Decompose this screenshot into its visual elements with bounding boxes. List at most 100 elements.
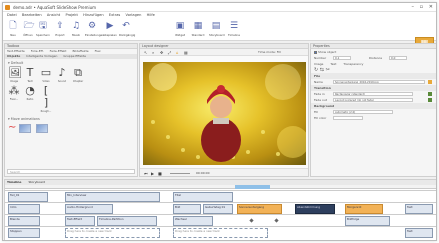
play-button[interactable]: ▶ Abspielen bbox=[103, 20, 117, 39]
fade-in-settings-icon[interactable] bbox=[428, 92, 432, 96]
browse-file-icon[interactable] bbox=[428, 80, 432, 84]
tab-group-effects[interactable]: Gruppe Effekte bbox=[63, 54, 86, 58]
open-button[interactable]: 🗁 Öffnen bbox=[21, 20, 35, 39]
tab-objects[interactable]: Objekte bbox=[7, 54, 20, 58]
timeline-clip[interactable]: Text-Effekt bbox=[65, 216, 95, 226]
timeline-clip[interactable]: Stoppen bbox=[8, 228, 40, 238]
volume-slider[interactable] bbox=[170, 173, 190, 174]
cursor-tool-icon[interactable]: ↖ bbox=[144, 50, 147, 55]
tab-slide-effects[interactable]: Folie-Eff. bbox=[31, 49, 44, 53]
flexi-collage-object[interactable]: ⁂ Flexi... bbox=[8, 85, 20, 113]
menu-item-templates[interactable]: Vorlagen bbox=[126, 12, 142, 19]
timeline-clip[interactable]: Text bbox=[405, 204, 433, 214]
stop-icon[interactable]: ■ bbox=[158, 171, 162, 176]
fit-tool-icon[interactable]: ⤢ bbox=[168, 50, 171, 55]
tab-fade-effects[interactable]: Fade-Effekt bbox=[50, 49, 67, 53]
timeline-selection-range[interactable] bbox=[235, 185, 270, 189]
menu-item-file[interactable]: Datei bbox=[7, 12, 17, 19]
move-tool-icon[interactable]: ✥ bbox=[160, 50, 163, 55]
chapter-object[interactable]: ⧉ Chapter bbox=[72, 67, 84, 84]
ratio-object[interactable]: ◔ Ratio bbox=[24, 85, 36, 113]
tab-timeline[interactable]: Timeline bbox=[7, 180, 21, 184]
default-layout-button[interactable]: ▦ Standard bbox=[191, 20, 205, 39]
timeline-clip[interactable]: Mix_Interview bbox=[65, 192, 160, 202]
keyframe-marker[interactable] bbox=[274, 218, 279, 223]
default-section-header[interactable]: ▾ Default bbox=[5, 61, 137, 65]
layout-preview-image[interactable] bbox=[143, 62, 306, 165]
fill-select[interactable]: Automatic (2.0) bbox=[333, 110, 393, 114]
drop-zone-hint[interactable]: Drag here to create a new track bbox=[173, 228, 268, 238]
image-button[interactable]: Image bbox=[314, 62, 323, 66]
distance-input[interactable]: 0,0 bbox=[389, 56, 407, 60]
play-icon[interactable]: ▶ bbox=[151, 171, 154, 176]
timeline-clip[interactable]: Text bbox=[405, 228, 433, 238]
menu-item-extras[interactable]: Extras bbox=[109, 12, 120, 19]
settings-button[interactable]: ⚙ Einstellungen bbox=[85, 20, 104, 39]
menu-item-edit[interactable]: Bearbeiten bbox=[22, 12, 42, 19]
timeline-clip[interactable]: Audio-Hintergrund bbox=[65, 204, 113, 214]
timeline-clip[interactable]: Bild bbox=[173, 204, 201, 214]
flexi-collage-icon: ⁂ bbox=[8, 84, 20, 97]
keyframe-marker[interactable] bbox=[249, 218, 254, 223]
timeline-clip[interactable]: Bildfolge bbox=[345, 216, 390, 226]
fade-in-select[interactable]: Rectangular (standard) bbox=[333, 92, 413, 96]
image-object[interactable]: 🖼 Image bbox=[8, 67, 22, 84]
tab-storyboard[interactable]: Storyboard bbox=[28, 180, 45, 184]
transparency-button[interactable]: Transparency bbox=[343, 62, 363, 66]
text-button[interactable]: Text bbox=[330, 62, 336, 66]
menu-item-add[interactable]: Hinzufügen bbox=[83, 12, 103, 19]
zoom-animation-thumb[interactable] bbox=[19, 123, 32, 133]
timeline-clip[interactable]: Sonnenuntergang bbox=[237, 204, 282, 214]
tab-text-effects[interactable]: Text-Effekte bbox=[7, 49, 25, 53]
timeline-clip[interactable]: Teil_01 bbox=[8, 192, 48, 202]
tab-image-effects[interactable]: Bildeffekte bbox=[72, 49, 88, 53]
zoom-tool-icon[interactable]: ⌕ bbox=[152, 50, 154, 55]
timeline-clip[interactable]: Blende bbox=[8, 216, 40, 226]
save-button[interactable]: 🖫 Speichern bbox=[36, 20, 50, 39]
move-animations-section-header[interactable]: ▾ Move animations bbox=[5, 117, 137, 121]
video-object[interactable]: ▭ Video bbox=[40, 67, 52, 84]
tab-smart-templates[interactable]: Intelligente Vorlagen bbox=[26, 54, 57, 58]
menu-item-project[interactable]: Projekt bbox=[65, 12, 77, 19]
storyboard-button[interactable]: ▤ Storyboard bbox=[209, 20, 224, 39]
path-animation-icon[interactable]: ∼ bbox=[8, 123, 16, 133]
close-icon[interactable]: ✕ bbox=[429, 4, 433, 10]
fade-out-settings-icon[interactable] bbox=[428, 98, 432, 102]
menu-item-view[interactable]: Ansicht bbox=[47, 12, 60, 19]
timeline-clip[interactable]: Titel bbox=[173, 192, 233, 202]
timeline-clip[interactable]: Wechsel bbox=[173, 216, 213, 226]
maximize-icon[interactable]: ▫ bbox=[420, 4, 423, 10]
save-icon: 🖫 bbox=[39, 21, 47, 31]
tab-flex[interactable]: Flex bbox=[95, 49, 101, 53]
timeline-ruler[interactable] bbox=[5, 185, 436, 189]
show-object-checkbox[interactable] bbox=[314, 50, 317, 54]
undo-button[interactable]: ↶ Rückgängig bbox=[119, 20, 135, 39]
toolbox-panel: Toolbox Text-Effekte Folie-Eff. Fade-Eff… bbox=[4, 43, 138, 177]
file-name-input[interactable]: Sonnenuntergang_2016-2019.jpg bbox=[333, 80, 425, 84]
sound-object[interactable]: ♪ Sound bbox=[56, 67, 68, 84]
grid-tool-icon[interactable]: ▦ bbox=[184, 50, 188, 55]
drop-zone-hint[interactable]: Drag here to create a new track bbox=[65, 228, 160, 238]
new-button[interactable]: 🗋 Neu bbox=[6, 20, 20, 39]
menu-item-help[interactable]: Hilfe bbox=[147, 12, 155, 19]
widget-button[interactable]: ▣ Widget bbox=[173, 20, 187, 39]
timeline-button[interactable]: ☰ Timeline bbox=[227, 20, 241, 39]
timeline-clip[interactable]: Morgenrot bbox=[345, 204, 383, 214]
timeline-clip[interactable]: Geburtstag 01 bbox=[203, 204, 233, 214]
pan-animation-thumb[interactable] bbox=[36, 123, 49, 133]
camera-tool-icon[interactable]: ⌂ bbox=[176, 50, 179, 55]
timeline-clip[interactable]: Timeline-Partition bbox=[97, 216, 157, 226]
number-input[interactable]: 0,1 bbox=[333, 56, 351, 60]
rough-object[interactable]: [ ] Rough... bbox=[40, 85, 52, 114]
toolbox-search-input[interactable]: Search bbox=[7, 169, 135, 174]
fill-color-picker[interactable] bbox=[333, 116, 363, 120]
timeline-clip[interactable]: Abendstimmung bbox=[295, 204, 335, 214]
skip-back-icon[interactable]: ⏮ bbox=[144, 171, 148, 176]
time-mode-label[interactable]: Time mode: Fill bbox=[258, 50, 281, 54]
export-button[interactable]: ⇪ Export bbox=[53, 20, 67, 39]
timeline-clip[interactable]: Intro bbox=[8, 204, 40, 214]
text-object[interactable]: T Text bbox=[24, 67, 36, 84]
music-button[interactable]: ♫ Musik bbox=[69, 20, 83, 39]
fade-out-select[interactable]: Layout is placed (do not fade) bbox=[333, 98, 413, 102]
minimize-icon[interactable]: – bbox=[412, 4, 415, 10]
